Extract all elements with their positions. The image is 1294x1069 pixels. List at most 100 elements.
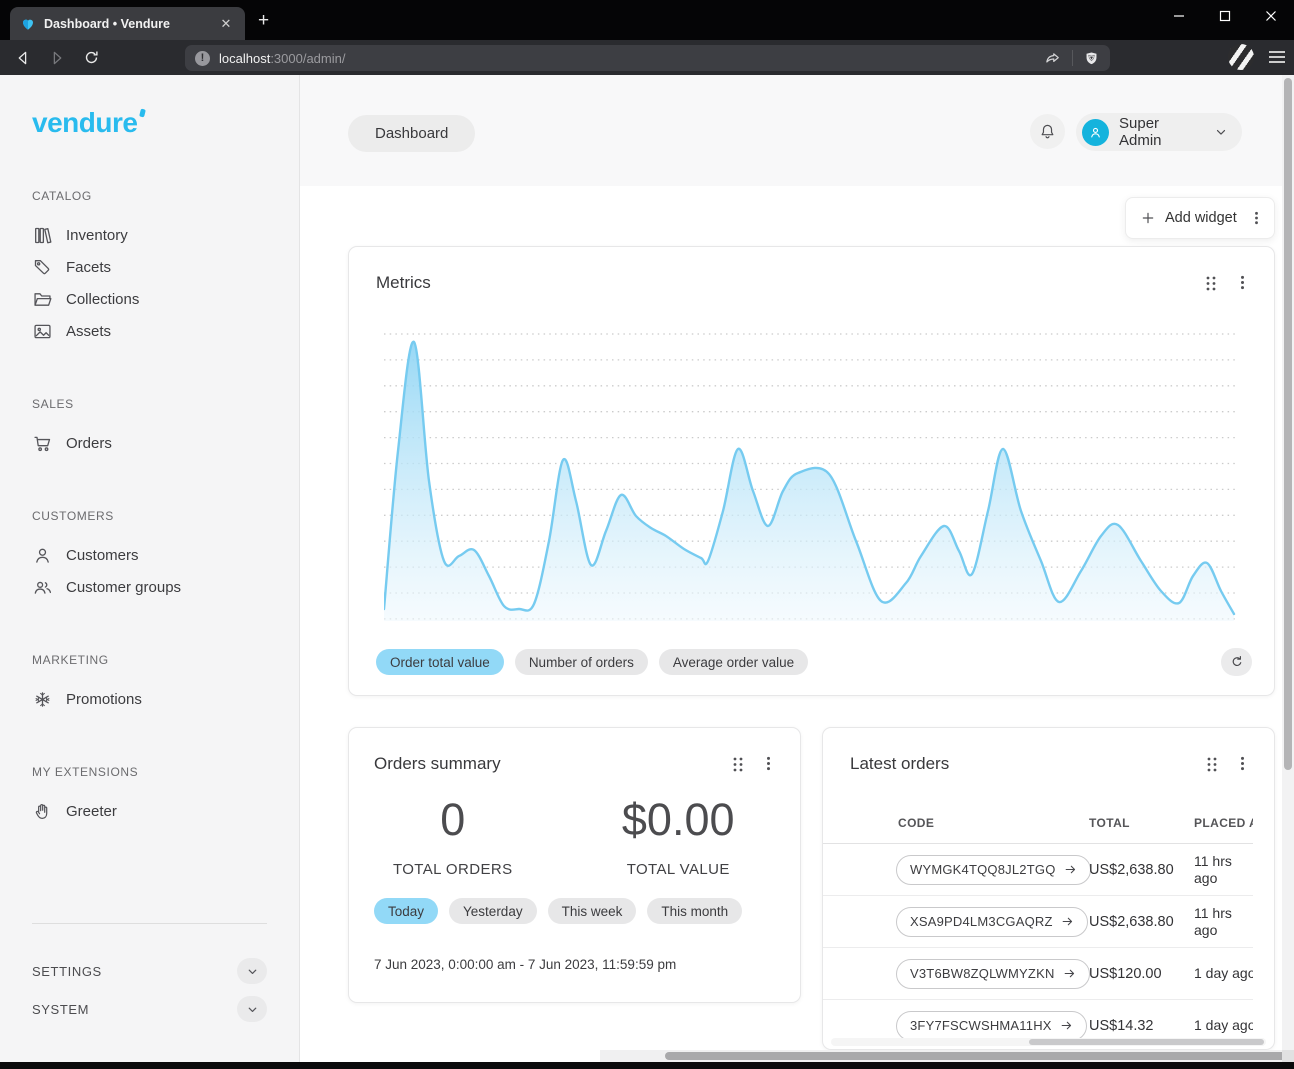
sidebar-item-customers[interactable]: Customers (32, 539, 267, 571)
range-yesterday[interactable]: Yesterday (449, 898, 537, 924)
forward-button[interactable] (42, 44, 72, 72)
add-widget-menu-icon[interactable] (1249, 210, 1264, 226)
brave-shield-icon[interactable] (1083, 50, 1100, 67)
table-horizontal-scrollbar[interactable] (831, 1038, 1266, 1046)
sidebar-item-settings[interactable]: SETTINGS (32, 958, 267, 984)
drag-handle-icon[interactable] (731, 756, 745, 773)
asterisk-icon (32, 689, 53, 710)
page-vertical-scrollbar[interactable] (1282, 75, 1294, 1062)
order-total: US$2,638.80 (1089, 844, 1174, 895)
add-widget-button[interactable]: Add widget (1125, 197, 1275, 239)
nav-section-sales: SALES Orders (32, 397, 267, 459)
tab-order-total-value[interactable]: Order total value (376, 649, 504, 675)
range-this-week[interactable]: This week (548, 898, 637, 924)
sidebar-item-label: Greeter (66, 803, 117, 820)
metrics-series-tabs: Order total value Number of orders Avera… (376, 649, 808, 675)
share-icon[interactable] (1044, 49, 1062, 67)
order-placed-at: 1 day ago (1194, 948, 1253, 999)
latest-orders-title: Latest orders (850, 754, 949, 774)
menu-icon[interactable] (1268, 49, 1286, 65)
user-menu[interactable]: Super Admin (1076, 113, 1242, 151)
drag-handle-icon[interactable] (1204, 275, 1218, 292)
order-code-link[interactable]: WYMGK4TQQ8JL2TGQ (896, 855, 1091, 885)
chart-area-fill (384, 342, 1234, 621)
browser-tab[interactable]: Dashboard • Vendure ✕ (10, 7, 245, 40)
order-code-link[interactable]: XSA9PD4LM3CGAQRZ (896, 907, 1088, 937)
widget-menu-icon[interactable] (1235, 755, 1250, 772)
widget-menu-icon[interactable] (761, 755, 776, 772)
arrow-right-icon (1060, 1019, 1073, 1032)
breadcrumb[interactable]: Dashboard (348, 115, 475, 152)
system-label: SYSTEM (32, 1002, 89, 1017)
window-maximize-button[interactable] (1202, 0, 1248, 32)
chevron-down-icon[interactable] (237, 996, 267, 1022)
browser-tabbar: Dashboard • Vendure ✕ + (0, 0, 1294, 40)
total-value-label: TOTAL VALUE (556, 861, 800, 878)
sidebar-item-system[interactable]: SYSTEM (32, 996, 267, 1022)
users-icon (32, 577, 53, 598)
metrics-title: Metrics (376, 273, 431, 293)
sidebar-item-inventory[interactable]: Inventory (32, 219, 267, 251)
window-bottom-edge (0, 1062, 1294, 1069)
nav-heading-sales: SALES (32, 397, 267, 411)
arrow-right-icon (1064, 863, 1077, 876)
sidebar-item-assets[interactable]: Assets (32, 315, 267, 347)
site-info-icon[interactable]: ! (195, 51, 210, 66)
inventory-icon (32, 225, 53, 246)
metrics-chart-area (384, 331, 1236, 621)
sidebar-item-label: Collections (66, 291, 139, 308)
arrow-right-icon (1063, 967, 1076, 980)
total-value-value: $0.00 (556, 794, 800, 846)
sidebar-item-customer-groups[interactable]: Customer groups (32, 571, 267, 603)
table-row: V3T6BW8ZQLWMYZKN US$120.00 1 day ago (823, 948, 1253, 1000)
sidebar-item-greeter[interactable]: Greeter (32, 795, 267, 827)
window-close-button[interactable] (1248, 0, 1294, 32)
order-code: 3FY7FSCWSHMA11HX (910, 1018, 1052, 1033)
plus-icon (1140, 210, 1156, 226)
sidebar-item-orders[interactable]: Orders (32, 427, 267, 459)
user-name: Super Admin (1119, 115, 1204, 149)
column-header-placed-at: PLACED AT (1194, 816, 1253, 830)
vendure-favicon-icon (20, 16, 36, 32)
order-code-link[interactable]: 3FY7FSCWSHMA11HX (896, 1011, 1087, 1041)
orders-summary-widget: Orders summary 0 TOTAL ORDERS $0.00 TOTA… (348, 727, 801, 1003)
new-tab-button[interactable]: + (258, 12, 269, 30)
widget-menu-icon[interactable] (1235, 274, 1250, 291)
browser-window: Dashboard • Vendure ✕ + ! local (0, 0, 1294, 1069)
nav-heading-catalog: CATALOG (32, 189, 267, 203)
tab-average-order-value[interactable]: Average order value (659, 649, 808, 675)
drag-handle-icon[interactable] (1205, 756, 1219, 773)
image-icon (32, 321, 53, 342)
address-bar[interactable]: ! localhost:3000/admin/ (185, 45, 1110, 71)
tab-close-icon[interactable]: ✕ (217, 15, 235, 33)
back-button[interactable] (8, 44, 38, 72)
order-code-link[interactable]: V3T6BW8ZQLWMYZKN (896, 959, 1090, 989)
total-orders-label: TOTAL ORDERS (349, 861, 556, 878)
tab-number-of-orders[interactable]: Number of orders (515, 649, 648, 675)
sidebar-item-facets[interactable]: Facets (32, 251, 267, 283)
sidebar-divider (32, 923, 267, 924)
chevron-down-icon (1214, 125, 1228, 139)
main-horizontal-scrollbar[interactable] (600, 1050, 1282, 1062)
window-minimize-button[interactable] (1156, 0, 1202, 32)
refresh-button[interactable] (1221, 648, 1252, 676)
range-this-month[interactable]: This month (647, 898, 742, 924)
sidebar-item-label: Customer groups (66, 579, 181, 596)
profile-avatar[interactable] (1228, 44, 1254, 70)
reload-button[interactable] (76, 44, 106, 72)
latest-orders-table: CODE TOTAL PLACED AT WYMGK4TQQ8JL2TGQ US… (823, 806, 1253, 1050)
vscroll-thumb[interactable] (1284, 78, 1292, 770)
order-code: WYMGK4TQQ8JL2TGQ (910, 862, 1056, 877)
hscroll-thumb[interactable] (665, 1052, 1294, 1060)
chevron-down-icon[interactable] (237, 958, 267, 984)
sidebar-item-promotions[interactable]: Promotions (32, 683, 267, 715)
nav-heading-my-extensions: MY EXTENSIONS (32, 765, 267, 779)
sidebar-item-collections[interactable]: Collections (32, 283, 267, 315)
notifications-button[interactable] (1030, 114, 1065, 149)
table-header-row: CODE TOTAL PLACED AT (823, 806, 1253, 844)
range-today[interactable]: Today (374, 898, 438, 924)
nav-heading-customers: CUSTOMERS (32, 509, 267, 523)
sidebar-item-label: Orders (66, 435, 112, 452)
folder-icon (32, 289, 53, 310)
scrollbar-corner (1282, 1050, 1294, 1062)
